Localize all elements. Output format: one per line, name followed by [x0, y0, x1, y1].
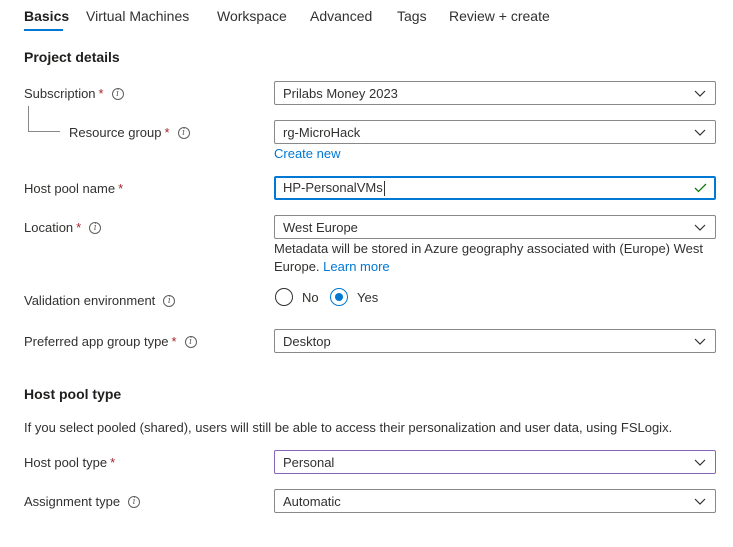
location-dropdown[interactable]: West Europe [274, 215, 716, 239]
info-icon[interactable]: i [177, 126, 190, 139]
assignment-type-label: Assignment type i [24, 494, 141, 510]
location-label: Location * i [24, 220, 102, 236]
resource-group-value: rg-MicroHack [283, 124, 361, 140]
active-tab-indicator [24, 29, 63, 31]
chevron-down-icon [693, 334, 707, 348]
host-pool-name-value: HP-PersonalVMs [283, 179, 385, 197]
host-pool-name-label: Host pool name * [24, 181, 124, 196]
chevron-down-icon [693, 86, 707, 100]
host-pool-type-label: Host pool type * [24, 455, 116, 470]
info-icon[interactable]: i [163, 294, 176, 307]
subscription-value: Prilabs Money 2023 [283, 85, 398, 101]
host-pool-type-heading: Host pool type [24, 386, 122, 402]
host-pool-type-description: If you select pooled (shared), users wil… [24, 420, 673, 435]
radio-label-no: No [302, 289, 319, 305]
host-pool-type-dropdown[interactable]: Personal [274, 450, 716, 474]
resource-group-dropdown[interactable]: rg-MicroHack [274, 120, 716, 144]
resource-group-label: Resource group * i [69, 125, 190, 141]
tab-basics[interactable]: Basics [24, 7, 69, 25]
required-marker: * [110, 455, 116, 470]
radio-checked-icon [330, 288, 348, 306]
tab-review-create[interactable]: Review + create [449, 7, 550, 25]
preferred-app-group-type-label: Preferred app group type * i [24, 334, 197, 350]
text-cursor [383, 181, 385, 197]
host-pool-name-input[interactable]: HP-PersonalVMs [274, 176, 716, 200]
preferred-app-group-type-dropdown[interactable]: Desktop [274, 329, 716, 353]
location-value: West Europe [283, 219, 358, 235]
assignment-type-dropdown[interactable]: Automatic [274, 489, 716, 513]
info-icon[interactable]: i [89, 221, 102, 234]
learn-more-link[interactable]: Learn more [323, 259, 389, 274]
tab-advanced[interactable]: Advanced [310, 7, 372, 25]
info-icon[interactable]: i [184, 335, 197, 348]
validation-yes-radio[interactable]: Yes [330, 288, 378, 306]
project-details-heading: Project details [24, 49, 120, 65]
required-marker: * [171, 334, 177, 349]
required-marker: * [164, 125, 170, 140]
info-icon[interactable]: i [128, 495, 141, 508]
tab-virtual-machines[interactable]: Virtual Machines [86, 7, 189, 25]
host-pool-type-value: Personal [283, 454, 335, 470]
chevron-down-icon [693, 125, 707, 139]
subscription-dropdown[interactable]: Prilabs Money 2023 [274, 81, 716, 105]
required-marker: * [98, 86, 104, 101]
chevron-down-icon [693, 494, 707, 508]
create-new-link[interactable]: Create new [274, 146, 340, 161]
tree-connector [28, 106, 29, 132]
chevron-down-icon [693, 220, 707, 234]
required-marker: * [118, 181, 124, 196]
required-marker: * [76, 220, 82, 235]
tab-workspace[interactable]: Workspace [217, 7, 287, 25]
validation-no-radio[interactable]: No [275, 288, 319, 306]
radio-unchecked-icon [275, 288, 293, 306]
assignment-type-value: Automatic [283, 493, 341, 509]
location-metadata-note: Metadata will be stored in Azure geograp… [274, 241, 703, 274]
radio-label-yes: Yes [357, 289, 379, 305]
chevron-down-icon [693, 455, 707, 469]
subscription-label: Subscription * i [24, 86, 124, 102]
preferred-app-group-type-value: Desktop [283, 333, 331, 349]
tab-tags[interactable]: Tags [397, 7, 427, 25]
info-icon[interactable]: i [111, 87, 124, 100]
validation-environment-label: Validation environment i [24, 293, 176, 309]
checkmark-icon [693, 181, 707, 195]
tree-connector [28, 131, 60, 132]
